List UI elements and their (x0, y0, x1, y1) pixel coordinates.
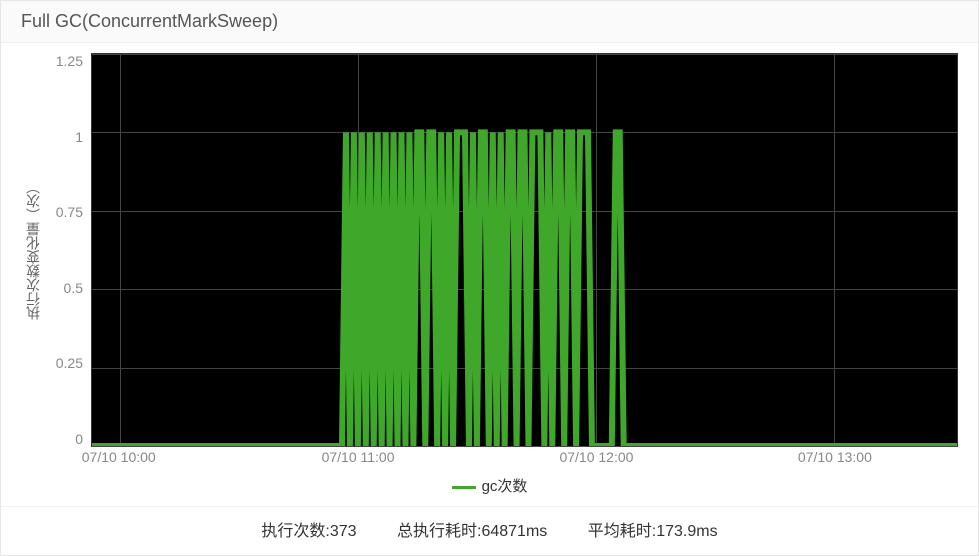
stat-exec-count: 执行次数:373 (261, 523, 356, 540)
footer-stats: 执行次数:373 总执行耗时:64871ms 平均耗时:173.9ms (1, 506, 978, 555)
chart-container: 执行次数变化量（次） 1.25 1 0.75 0.5 0.25 0 07/10 … (1, 43, 978, 506)
legend-label: gc次数 (482, 478, 528, 495)
y-tick: 0.25 (56, 355, 83, 371)
y-axis-label: 执行次数变化量（次） (21, 53, 45, 447)
legend: gc次数 (21, 469, 958, 506)
x-axis-ticks: 07/10 10:0007/10 11:0007/10 12:0007/10 1… (91, 447, 958, 469)
y-tick: 1.25 (56, 53, 83, 69)
y-tick: 0 (75, 431, 83, 447)
y-tick: 1 (75, 129, 83, 145)
plot-area[interactable] (91, 53, 958, 447)
x-tick: 07/10 10:00 (82, 449, 156, 465)
legend-swatch-icon (452, 486, 476, 489)
stat-total-time: 总执行耗时:64871ms (397, 523, 547, 540)
y-tick: 0.75 (56, 204, 83, 220)
x-tick: 07/10 12:00 (559, 449, 633, 465)
plot-row: 执行次数变化量（次） 1.25 1 0.75 0.5 0.25 0 (21, 53, 958, 447)
chart-panel: Full GC(ConcurrentMarkSweep) 执行次数变化量（次） … (0, 0, 979, 556)
panel-title: Full GC(ConcurrentMarkSweep) (1, 1, 978, 43)
y-tick: 0.5 (64, 280, 83, 296)
y-axis-ticks: 1.25 1 0.75 0.5 0.25 0 (45, 53, 91, 447)
x-tick: 07/10 11:00 (322, 449, 395, 465)
stat-avg-time: 平均耗时:173.9ms (588, 523, 718, 540)
x-tick: 07/10 13:00 (798, 449, 872, 465)
